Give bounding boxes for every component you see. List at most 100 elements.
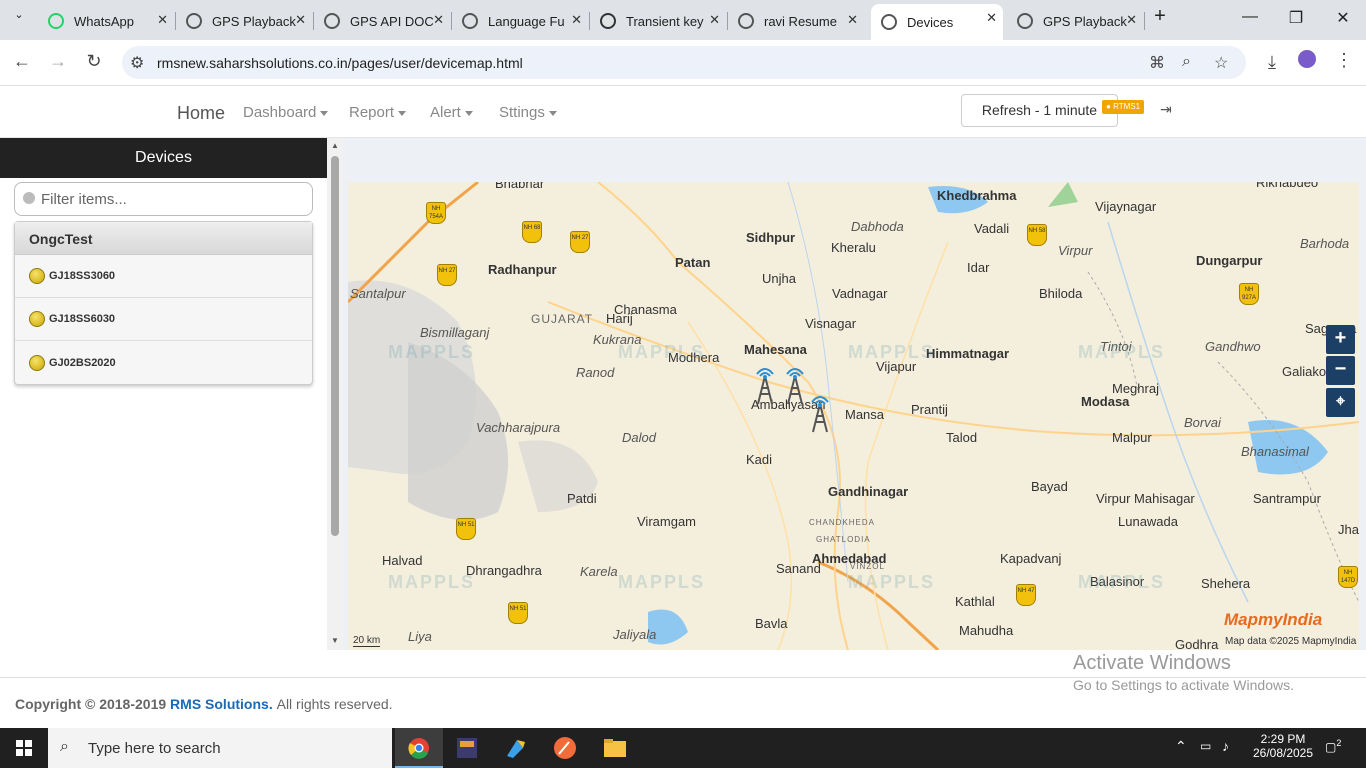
map-place-label: Visnagar [805,316,857,331]
close-tab-icon[interactable]: ✕ [571,12,582,28]
close-tab-icon[interactable]: ✕ [986,10,997,26]
user-icon: ● [1106,102,1111,111]
nav-settings[interactable]: Sttings [499,104,557,121]
taskbar-search[interactable]: ⌕ Type here to search [48,728,392,768]
browser-tab[interactable]: Transient key ✕ [590,6,726,36]
battery-icon[interactable]: ▭ [1200,739,1211,753]
map-place-label: Karela [580,564,618,579]
close-tab-icon[interactable]: ✕ [709,12,720,28]
map-place-label: Khedbrahma [937,188,1017,203]
map-place-label: Bayad [1031,479,1068,494]
search-icon: ⌕ [60,738,69,755]
url-text[interactable]: rmsnew.saharshsolutions.co.in/pages/user… [157,55,523,71]
map-place-label: Mahudha [959,623,1014,638]
minimize-button[interactable]: — [1227,8,1273,26]
download-icon[interactable]: ⤓ [1260,52,1284,73]
device-group-header[interactable]: OngcTest [15,222,312,255]
close-tab-icon[interactable]: ✕ [847,12,858,28]
browser-tab[interactable]: WhatsApp ✕ [38,6,174,36]
file-explorer-taskbar-icon[interactable] [590,728,638,768]
browser-tab[interactable]: Devices ✕ [871,4,1003,40]
postman-taskbar-icon[interactable] [539,728,587,768]
locate-me-icon[interactable]: ⌖ [1326,388,1355,417]
map-place-label: Virpur Mahisagar [1096,491,1195,506]
sidebar-scrollbar[interactable]: ▲ ▼ [327,138,343,650]
refresh-interval-button[interactable]: Refresh - 1 minute [961,94,1118,127]
filter-input[interactable] [41,188,301,210]
highway-shield-icon: NH 58 [1027,224,1047,246]
volume-icon[interactable]: ♪ [1222,738,1229,754]
address-bar[interactable]: ⚙ rmsnew.saharshsolutions.co.in/pages/us… [122,46,1246,79]
tab-label: WhatsApp [74,13,134,29]
scroll-down-icon[interactable]: ▼ [331,636,339,645]
back-button[interactable]: ← [10,51,34,72]
map-place-label: Sidhpur [746,230,796,245]
browser-tab-strip: ⌄ WhatsApp ✕ GPS Playback ✕ GPS API DOC ✕ Lang… [0,0,1366,40]
reload-button[interactable]: ↻ [82,51,106,72]
globe-icon [324,13,340,29]
translate-icon[interactable]: ⌘ [1149,53,1165,73]
browser-tab[interactable]: ravi Resume ✕ [728,6,864,36]
logout-icon[interactable]: ⇥ [1160,101,1172,118]
scroll-thumb[interactable] [331,156,339,536]
zoom-icon[interactable]: ⌕ [1182,53,1191,71]
nav-dashboard[interactable]: Dashboard [243,104,329,121]
vscode-taskbar-icon[interactable] [443,728,491,768]
device-list-item[interactable]: GJ18SS6030 [15,298,312,341]
notification-center-icon[interactable]: ▢2 [1325,738,1347,756]
zoom-in-button[interactable]: + [1326,325,1355,354]
device-name: GJ18SS6030 [49,313,116,325]
restore-button[interactable]: ❐ [1273,8,1319,28]
tab-search-button[interactable]: ⌄ [0,8,38,21]
new-tab-button[interactable]: + [1137,5,1183,28]
browser-menu-icon[interactable]: ⋮ [1332,50,1356,71]
chrome-taskbar-icon[interactable] [395,728,443,768]
browser-tab[interactable]: Language Fu ✕ [452,6,588,36]
nav-report[interactable]: Report [349,104,407,121]
browser-tab[interactable]: GPS API DOC ✕ [314,6,450,36]
brand-link[interactable]: RMS Solutions. [170,696,273,712]
nav-dashboard-label: Dashboard [243,104,317,121]
close-tab-icon[interactable]: ✕ [157,12,168,28]
device-map[interactable]: Bhabhar Khedbrahma Vijaynagar Rikhabdeo Sidh… [348,182,1359,650]
device-marker-tower-icon[interactable] [750,366,780,406]
tab-label: ravi Resume [764,13,837,29]
bookmark-star-icon[interactable]: ☆ [1214,53,1228,73]
site-info-icon[interactable]: ⚙ [130,53,144,73]
close-tab-icon[interactable]: ✕ [295,12,306,28]
profile-avatar[interactable] [1295,50,1319,73]
start-button[interactable] [0,728,48,768]
status-dot-icon [29,354,45,371]
taskbar-clock[interactable]: 2:29 PM 26/08/2025 [1250,732,1316,760]
close-tab-icon[interactable]: ✕ [1126,12,1137,28]
caret-down-icon [548,110,557,116]
map-place-label: Barhoda [1300,236,1350,251]
map-place-label: Mahesana [744,342,807,357]
device-list-item[interactable]: GJ18SS3060 [15,255,312,298]
map-place-label: Dabhoda [851,219,904,234]
device-list-item[interactable]: GJ02BS2020 [15,341,312,384]
highway-shield-icon: NH 27 [437,264,457,286]
nav-alert[interactable]: Alert [430,104,473,121]
close-tab-icon[interactable]: ✕ [433,12,444,28]
map-place-label: Liya [408,629,432,644]
browser-tab[interactable]: GPS Playback ✕ [1007,6,1143,36]
highway-shield-icon: NH 51 [456,518,476,540]
map-place-label: VINZOL [850,562,885,571]
app-taskbar-icon[interactable] [491,728,539,768]
zoom-out-button[interactable]: − [1326,356,1355,385]
close-window-button[interactable]: ✕ [1320,8,1366,28]
browser-tab[interactable]: GPS Playback ✕ [176,6,312,36]
scroll-up-icon[interactable]: ▲ [331,141,339,150]
map-place-label: Jhal [1338,522,1359,537]
tray-chevron-icon[interactable]: ⌃ [1175,738,1187,755]
device-marker-tower-icon[interactable] [805,394,835,434]
forward-button[interactable]: → [46,51,70,72]
globe-icon [1017,13,1033,29]
nav-home[interactable]: Home [177,103,225,124]
caret-down-icon [320,110,329,116]
map-place-label: Radhanpur [488,262,557,277]
user-badge[interactable]: ● RTMS1 [1102,100,1145,114]
filter-box[interactable] [14,182,313,216]
map-place-label: GUJARAT [531,312,594,326]
